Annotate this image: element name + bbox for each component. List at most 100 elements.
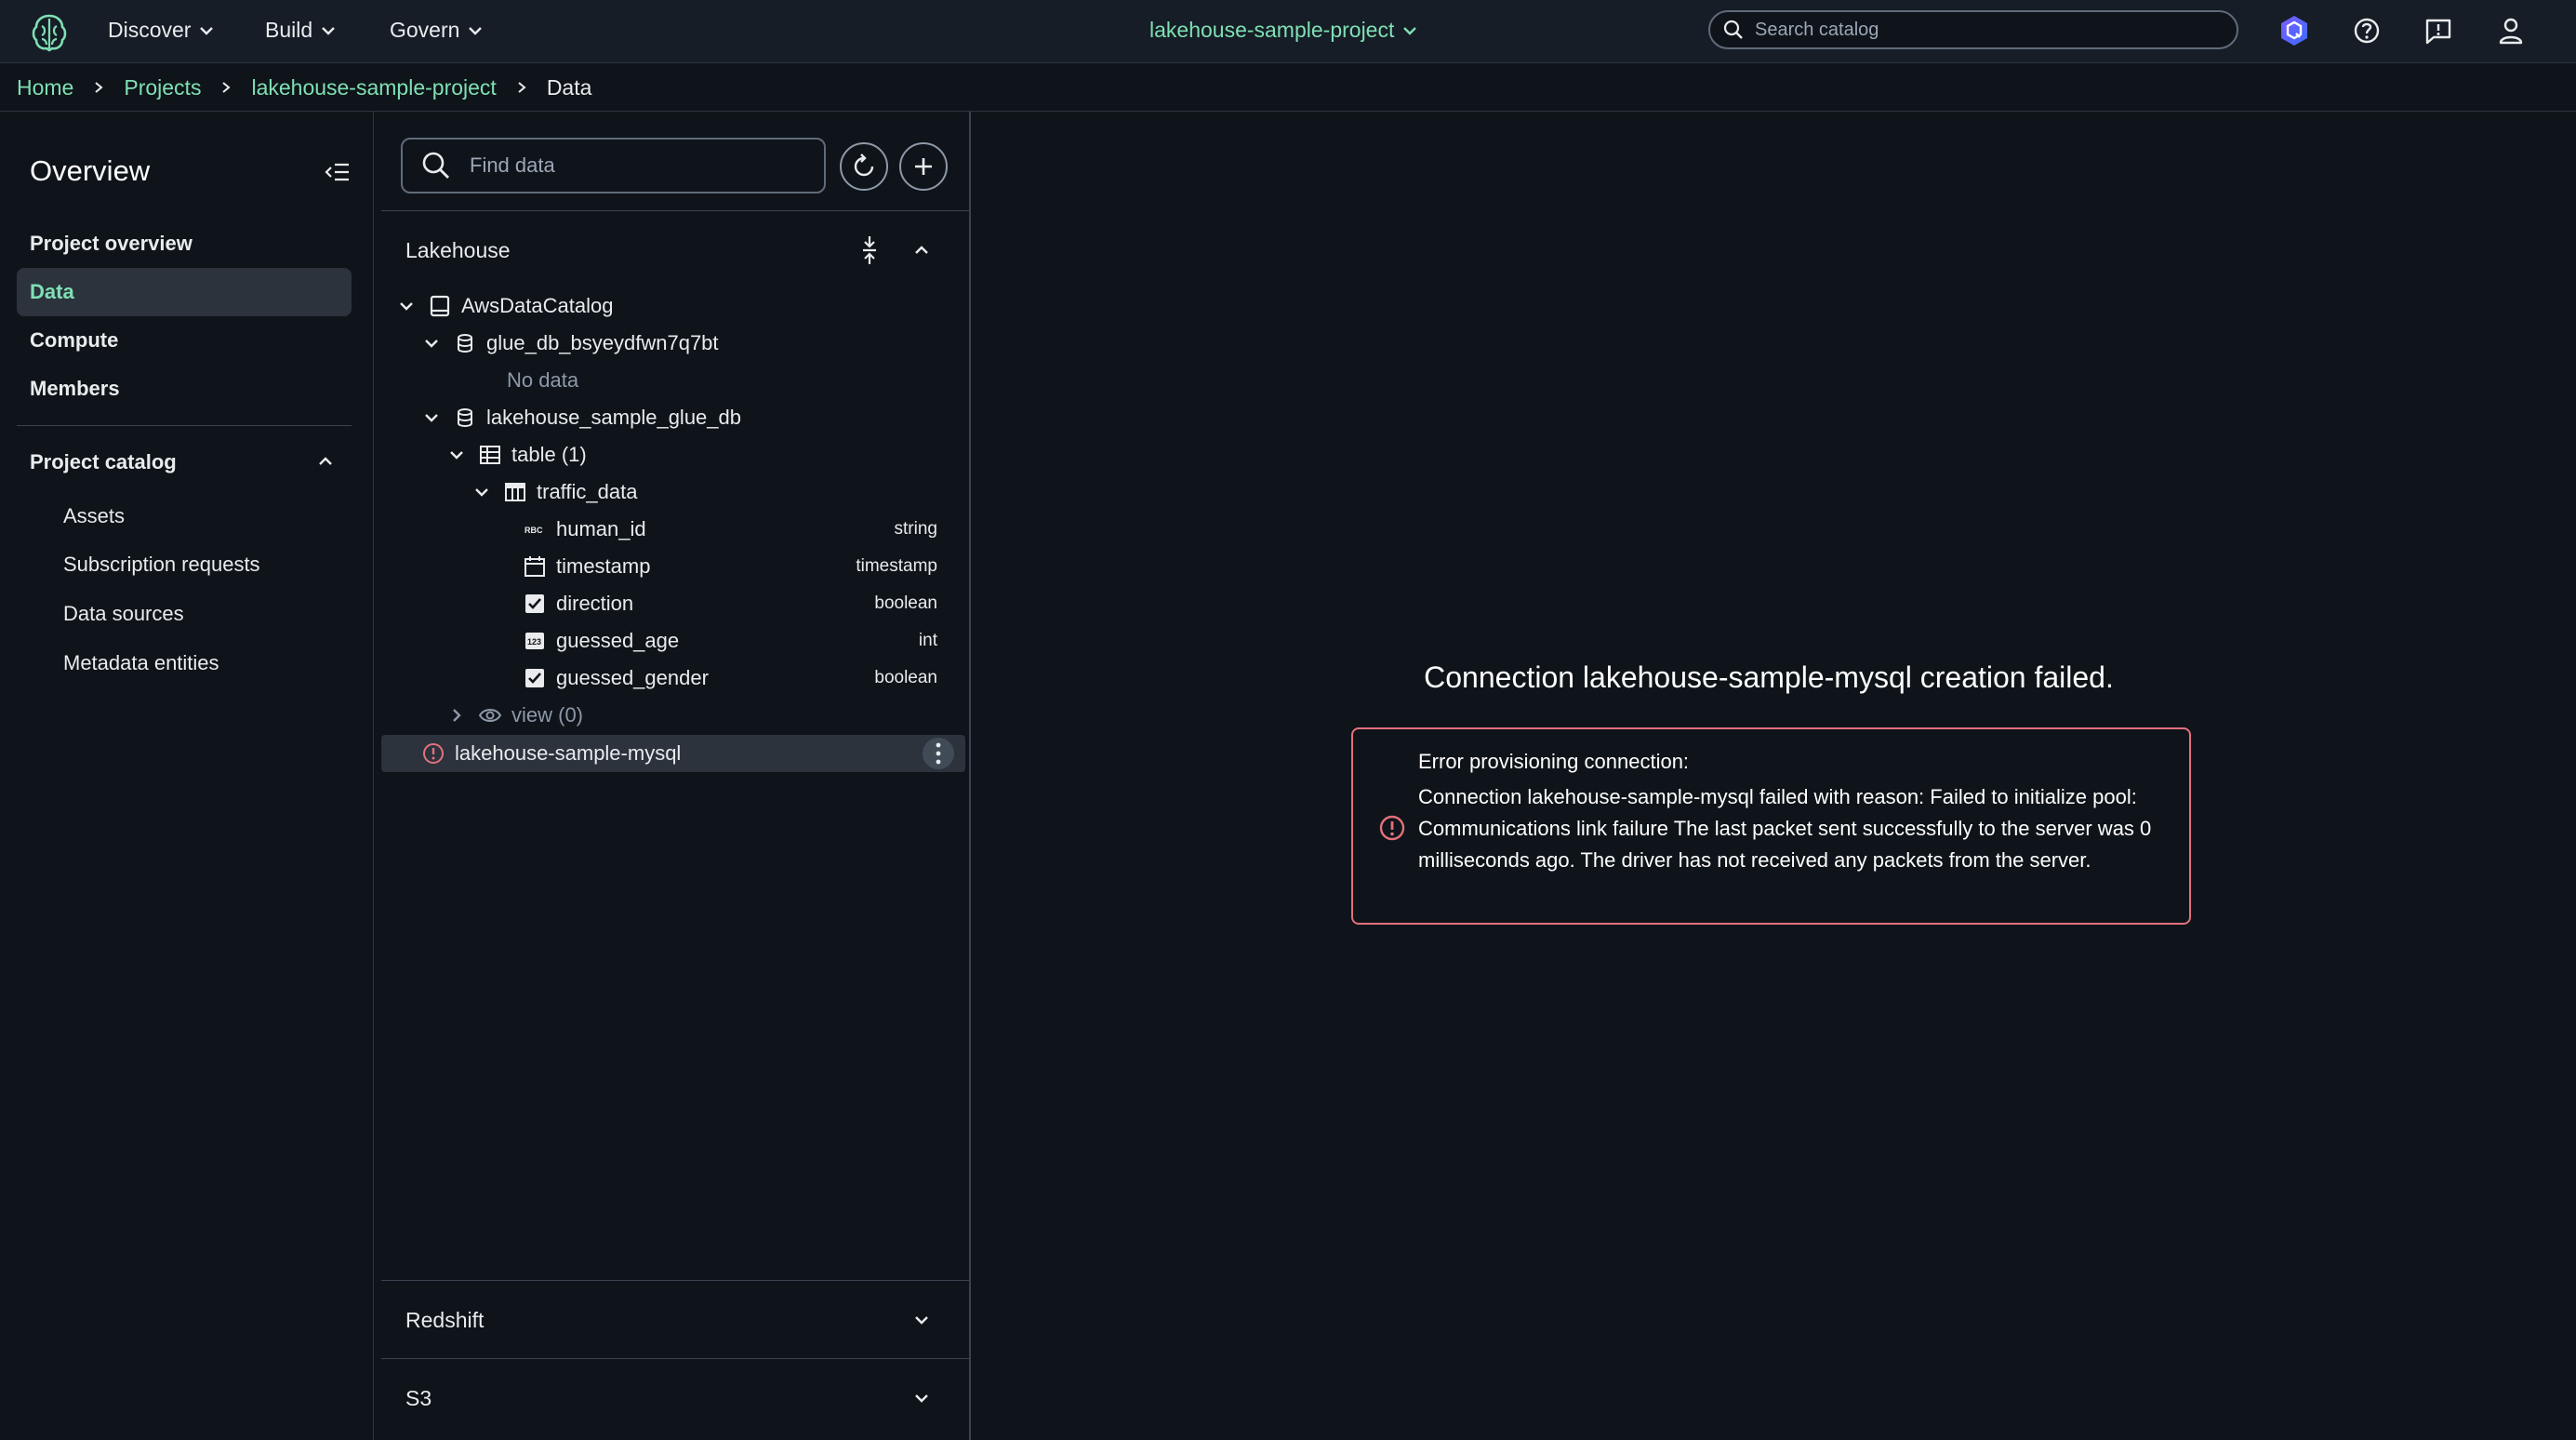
chevron-down-icon[interactable] — [421, 333, 442, 353]
chevron-down-icon[interactable] — [396, 296, 417, 316]
column-name: guessed_gender — [556, 666, 709, 689]
search-icon — [421, 151, 451, 180]
column-row[interactable]: guessed_gender boolean — [523, 660, 958, 697]
sidebar-item-data[interactable]: Data — [17, 268, 352, 316]
chevron-down-icon[interactable] — [446, 445, 467, 465]
database-icon — [453, 331, 477, 355]
chevron-right-icon — [219, 81, 232, 94]
sidebar-divider — [17, 425, 352, 426]
column-row[interactable]: direction boolean — [523, 585, 958, 622]
catalog-book-icon — [428, 294, 452, 318]
column-type: string — [894, 519, 937, 539]
tree-node-label: table (1) — [511, 443, 587, 466]
nav-menu-label: Discover — [108, 18, 192, 42]
sidebar-item-compute[interactable]: Compute — [17, 316, 352, 365]
error-message: Connection lakehouse-sample-mysql failed… — [1418, 785, 2152, 872]
chevron-down-icon[interactable] — [910, 1308, 934, 1332]
nav-menu-govern[interactable]: Govern — [390, 18, 484, 43]
nav-menu-discover[interactable]: Discover — [108, 18, 215, 43]
project-switcher-label: lakehouse-sample-project — [1149, 18, 1395, 42]
sidebar-item-assets[interactable]: Assets — [63, 504, 125, 528]
tree-node-table[interactable]: traffic_data — [471, 473, 637, 511]
plus-icon — [910, 153, 936, 180]
column-name: guessed_age — [556, 629, 680, 652]
column-name: human_id — [556, 517, 646, 540]
chevron-right-icon[interactable] — [446, 705, 467, 726]
connection-failed-title: Connection lakehouse-sample-mysql creati… — [1424, 660, 2114, 694]
project-catalog-heading[interactable]: Project catalog — [30, 450, 177, 474]
find-data-input[interactable] — [470, 153, 804, 178]
tree-node-tables-group[interactable]: table (1) — [446, 436, 587, 473]
nav-menu-build[interactable]: Build — [265, 18, 337, 43]
s3-section-title[interactable]: S3 — [405, 1386, 432, 1411]
chevron-down-icon — [198, 22, 215, 39]
redshift-section-title[interactable]: Redshift — [405, 1308, 484, 1333]
add-data-button[interactable] — [899, 142, 948, 191]
tree-node-catalog[interactable]: AwsDataCatalog — [396, 287, 613, 325]
lakehouse-section-title[interactable]: Lakehouse — [405, 238, 511, 263]
amazon-q-icon[interactable] — [2277, 13, 2312, 48]
number-icon: 123 — [523, 629, 547, 653]
sagemaker-logo-icon[interactable] — [28, 11, 71, 54]
more-actions-button[interactable] — [923, 738, 954, 769]
eye-icon — [478, 703, 502, 727]
tree-node-database[interactable]: glue_db_bsyeydfwn7q7bt — [421, 325, 719, 362]
tree-node-label: traffic_data — [537, 480, 638, 503]
tree-node-label: view (0) — [511, 703, 584, 727]
breadcrumb-project[interactable]: lakehouse-sample-project — [251, 75, 496, 100]
collapse-all-icon[interactable] — [856, 234, 883, 266]
chevron-up-icon[interactable] — [910, 238, 934, 262]
user-profile-icon[interactable] — [2493, 13, 2529, 48]
sidebar-item-label: Compute — [30, 328, 119, 352]
no-data-label: No data — [507, 368, 579, 392]
chevron-down-icon[interactable] — [471, 482, 492, 502]
help-icon[interactable] — [2349, 13, 2384, 48]
chevron-down-icon — [467, 22, 484, 39]
column-type: boolean — [874, 668, 937, 687]
column-row[interactable]: timestamp timestamp — [523, 548, 958, 585]
error-alert: Error provisioning connection: Connectio… — [1351, 727, 2191, 925]
sidebar-item-metadata-entities[interactable]: Metadata entities — [63, 651, 219, 675]
breadcrumb-home[interactable]: Home — [17, 75, 73, 100]
panel-divider — [381, 210, 971, 211]
abc-text-icon: RBC — [523, 517, 547, 541]
top-navigation: Discover Build Govern lakehouse-sample-p… — [0, 0, 2576, 63]
breadcrumb-projects[interactable]: Projects — [124, 75, 201, 100]
feedback-icon[interactable] — [2421, 13, 2456, 48]
tree-node-failed-connection[interactable]: lakehouse-sample-mysql — [421, 735, 681, 772]
sidebar-item-label: Members — [30, 377, 120, 400]
chevron-down-icon — [320, 22, 337, 39]
tree-node-views-group[interactable]: view (0) — [446, 697, 583, 734]
tree-node-database[interactable]: lakehouse_sample_glue_db — [421, 399, 741, 436]
catalog-search-input[interactable] — [1755, 19, 2201, 41]
kebab-menu-icon — [935, 741, 942, 766]
column-row[interactable]: 123 guessed_age int — [523, 622, 958, 660]
sidebar-item-subscription-requests[interactable]: Subscription requests — [63, 553, 260, 577]
data-explorer-panel: Lakehouse AwsDataCatalog glue_db_bsyeydf… — [378, 112, 971, 1440]
tree-node-label: lakehouse-sample-mysql — [455, 741, 682, 765]
find-data-search[interactable] — [401, 138, 826, 193]
sidebar-title: Overview — [30, 154, 151, 187]
search-icon — [1723, 20, 1744, 40]
chevron-down-icon[interactable] — [421, 407, 442, 428]
catalog-search[interactable] — [1708, 10, 2238, 49]
chevron-right-icon — [92, 81, 105, 94]
column-row[interactable]: RBC human_id string — [523, 511, 958, 548]
column-name: direction — [556, 592, 634, 615]
chevron-right-icon — [515, 81, 528, 94]
empty-state-text: No data — [507, 362, 578, 399]
chevron-down-icon — [1401, 22, 1418, 39]
sidebar-item-members[interactable]: Members — [17, 365, 352, 413]
project-switcher[interactable]: lakehouse-sample-project — [1149, 18, 1418, 43]
chevron-down-icon[interactable] — [910, 1386, 934, 1410]
sidebar-item-data-sources[interactable]: Data sources — [63, 602, 184, 626]
chevron-up-icon[interactable] — [312, 448, 339, 474]
sidebar-item-project-overview[interactable]: Project overview — [17, 220, 352, 268]
tree-node-label: AwsDataCatalog — [461, 294, 614, 317]
tree-node-label: lakehouse_sample_glue_db — [486, 406, 741, 429]
panel-divider — [381, 1280, 971, 1281]
table-grid-icon — [478, 443, 502, 467]
collapse-sidebar-icon[interactable] — [322, 156, 353, 188]
column-type: int — [918, 631, 937, 650]
refresh-button[interactable] — [840, 142, 888, 191]
